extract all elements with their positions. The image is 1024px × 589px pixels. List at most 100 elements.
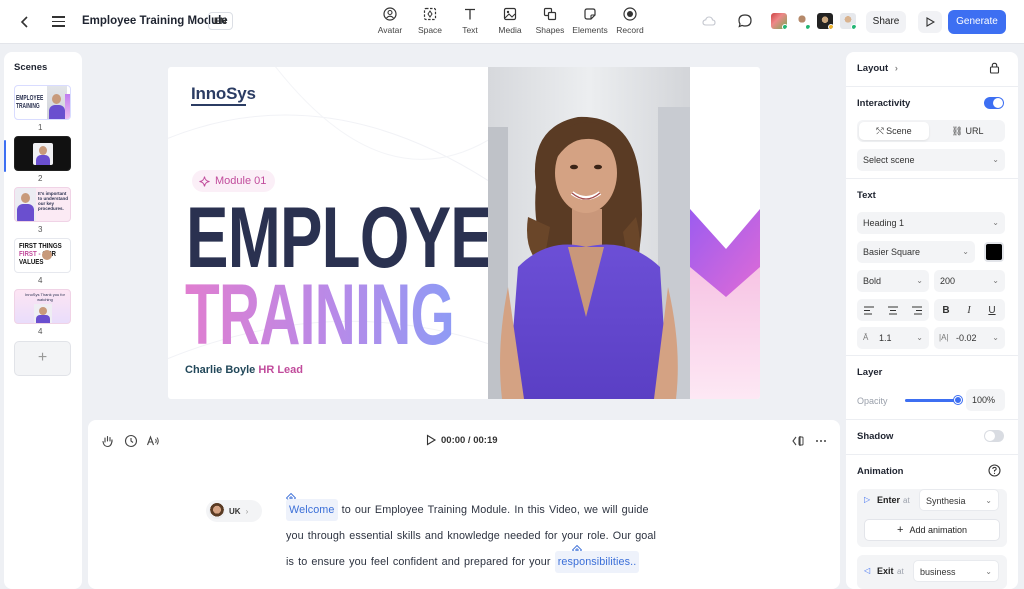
company-logo[interactable]: InnoSys bbox=[191, 84, 256, 104]
exit-trigger-dropdown[interactable]: business ⌄ bbox=[913, 560, 999, 582]
shadow-toggle[interactable] bbox=[984, 430, 1004, 442]
exit-at-label: at bbox=[897, 567, 904, 576]
interactivity-toggle[interactable] bbox=[984, 97, 1004, 109]
opacity-slider[interactable] bbox=[905, 396, 962, 404]
share-button[interactable]: Share bbox=[866, 11, 906, 33]
menu-icon[interactable] bbox=[50, 13, 68, 31]
chevron-down-icon: ⌄ bbox=[992, 155, 999, 164]
preview-button[interactable] bbox=[918, 11, 942, 33]
avatar[interactable] bbox=[794, 13, 810, 29]
headline-training[interactable]: TRAINING bbox=[185, 272, 455, 358]
top-bar: Employee Training Module EN Avatar Space… bbox=[0, 0, 1024, 44]
tool-record[interactable]: Record bbox=[610, 6, 650, 40]
align-center-icon[interactable] bbox=[883, 301, 903, 319]
comment-icon[interactable] bbox=[737, 13, 753, 29]
split-icon[interactable] bbox=[791, 434, 805, 448]
scene-thumbnail-1[interactable]: EMPLOYEE TRAINING bbox=[14, 85, 71, 120]
text-style-value: Heading 1 bbox=[863, 218, 905, 228]
exit-label: Exit bbox=[877, 566, 894, 576]
align-left-icon[interactable] bbox=[859, 301, 879, 319]
segment-scene[interactable]: ⤲ Scene bbox=[859, 122, 929, 140]
back-icon[interactable] bbox=[16, 13, 34, 31]
chevron-down-icon: ⌄ bbox=[992, 333, 999, 342]
scene-thumbnail-4[interactable]: FIRST THINGS FIRST - OUR VALUES bbox=[14, 238, 71, 273]
layout-title-text: Layout bbox=[857, 63, 889, 74]
decorative-chevron bbox=[690, 67, 760, 399]
layout-section[interactable]: Layout › bbox=[846, 52, 1018, 87]
text-style-dropdown[interactable]: Heading 1 ⌄ bbox=[857, 212, 1005, 234]
scene-thumbnail-2[interactable] bbox=[14, 136, 71, 171]
slide-canvas[interactable]: InnoSys Module 01 EMPLOYEE TRAINING Char… bbox=[168, 67, 760, 399]
opacity-input[interactable]: 100% bbox=[966, 389, 1005, 411]
font-family-dropdown[interactable]: Basier Square ⌄ bbox=[857, 241, 975, 263]
align-right-icon[interactable] bbox=[907, 301, 927, 319]
scenes-title: Scenes bbox=[14, 62, 48, 73]
presenter-credit[interactable]: Charlie Boyle HR Lead bbox=[185, 364, 303, 376]
tool-text[interactable]: Text bbox=[450, 6, 490, 40]
font-weight-dropdown[interactable]: Bold ⌄ bbox=[857, 270, 929, 292]
more-icon[interactable] bbox=[814, 434, 828, 448]
script-text: to our Employee Training Module. In this… bbox=[337, 504, 649, 516]
presenter-role: HR Lead bbox=[258, 364, 303, 376]
avatar[interactable] bbox=[771, 13, 787, 29]
project-title[interactable]: Employee Training Module bbox=[82, 15, 228, 27]
bold-icon[interactable]: B bbox=[936, 301, 956, 319]
segment-scene-label: Scene bbox=[886, 126, 912, 136]
script-highlight-welcome[interactable]: Welcome bbox=[286, 499, 338, 521]
interactivity-title: Interactivity bbox=[857, 98, 911, 109]
logo-underline bbox=[191, 104, 246, 106]
tool-space[interactable]: Space bbox=[410, 6, 450, 40]
scenes-panel: Scenes EMPLOYEE TRAINING 1 2 It's import… bbox=[4, 52, 82, 589]
text-title: Text bbox=[857, 190, 876, 201]
segment-url[interactable]: ⛓ URL bbox=[932, 122, 1003, 140]
line-height-icon: Ā bbox=[863, 333, 869, 342]
enter-animation: ▷ Enter at Synthesia ⌄ + Add animation bbox=[857, 489, 1007, 547]
avatar-photo[interactable] bbox=[488, 67, 690, 399]
letter-spacing-input[interactable]: |A| -0.02 ⌄ bbox=[934, 327, 1005, 349]
enter-trigger-value: Synthesia bbox=[926, 496, 966, 506]
avatar[interactable] bbox=[840, 13, 856, 29]
add-scene-button[interactable]: + bbox=[14, 341, 71, 376]
enter-trigger-dropdown[interactable]: Synthesia ⌄ bbox=[919, 489, 999, 511]
tool-avatar[interactable]: Avatar bbox=[370, 6, 410, 40]
font-weight-value: Bold bbox=[863, 276, 882, 286]
chevron-down-icon: ⌄ bbox=[985, 567, 992, 576]
script-highlight-responsibilities[interactable]: responsibilities.. bbox=[554, 551, 640, 573]
avatar[interactable] bbox=[817, 13, 833, 29]
plus-icon: + bbox=[897, 524, 904, 536]
opacity-slider-handle[interactable] bbox=[954, 396, 962, 404]
generate-button[interactable]: Generate bbox=[948, 10, 1006, 34]
line-height-input[interactable]: Ā 1.1 ⌄ bbox=[857, 327, 929, 349]
select-scene-dropdown[interactable]: Select scene ⌄ bbox=[857, 149, 1005, 171]
scene-thumb-photo bbox=[34, 304, 52, 323]
script-line-3[interactable]: is to ensure you feel confident and prep… bbox=[286, 551, 640, 573]
scene-thumbnail-3[interactable]: It's important to understand our key pro… bbox=[14, 187, 71, 222]
play-icon[interactable] bbox=[425, 434, 437, 446]
gesture-icon[interactable] bbox=[101, 434, 115, 448]
speaker-selector[interactable]: UK › bbox=[206, 500, 262, 522]
italic-icon[interactable]: I bbox=[959, 301, 979, 319]
scene-thumbnail-5[interactable]: InnoSys Thank you for watching bbox=[14, 289, 71, 324]
voice-icon[interactable] bbox=[146, 434, 160, 448]
underline-icon[interactable]: U bbox=[982, 301, 1002, 319]
font-size-dropdown[interactable]: 200 ⌄ bbox=[934, 270, 1005, 292]
tool-label: Elements bbox=[572, 25, 608, 35]
script-text: you through essential skills and knowled… bbox=[286, 530, 657, 542]
tool-media[interactable]: Media bbox=[490, 6, 530, 40]
tool-elements[interactable]: Elements bbox=[570, 6, 610, 40]
module-badge[interactable]: Module 01 bbox=[192, 170, 276, 192]
layout-title: Layout › bbox=[857, 63, 898, 74]
presenter-name: Charlie Boyle bbox=[185, 364, 256, 376]
lock-icon[interactable] bbox=[989, 62, 1000, 74]
exit-icon: ◁ bbox=[864, 566, 871, 575]
text-color-swatch[interactable] bbox=[984, 242, 1004, 262]
link-type-segmented: ⤲ Scene ⛓ URL bbox=[857, 120, 1005, 142]
help-icon[interactable] bbox=[988, 464, 1001, 477]
script-line-1[interactable]: Welcome to our Employee Training Module.… bbox=[286, 499, 649, 521]
script-line-2[interactable]: you through essential skills and knowled… bbox=[286, 530, 656, 542]
clock-icon[interactable] bbox=[124, 434, 138, 448]
language-badge[interactable]: EN bbox=[208, 12, 233, 30]
tool-shapes[interactable]: Shapes bbox=[530, 6, 570, 40]
add-animation-button[interactable]: + Add animation bbox=[864, 519, 1000, 541]
chevron-down-icon: ⌄ bbox=[992, 276, 999, 285]
